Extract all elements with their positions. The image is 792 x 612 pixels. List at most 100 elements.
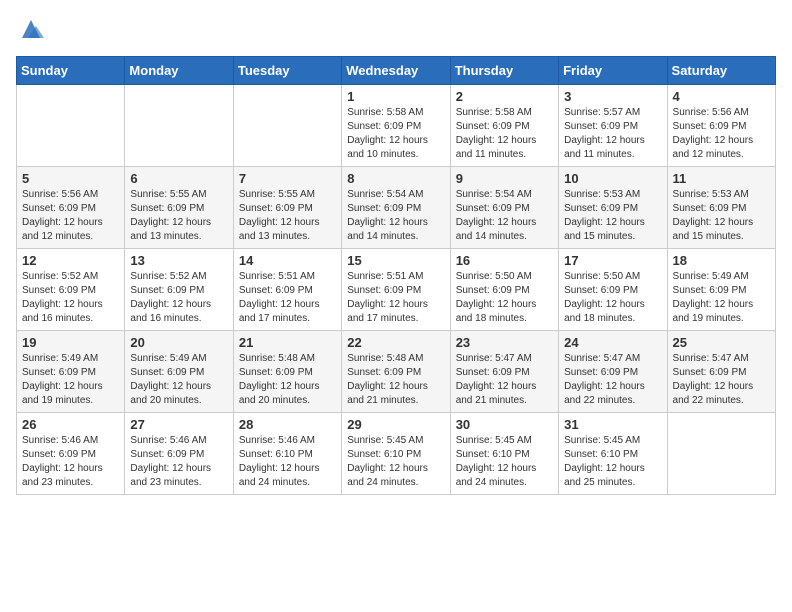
calendar-cell: 6 Sunrise: 5:55 AM Sunset: 6:09 PM Daylig… [125, 167, 233, 249]
calendar-cell: 30Sunrise: 5:45 AM Sunset: 6:10 PM Dayli… [450, 413, 558, 495]
day-info: Sunrise: 5:53 AM Sunset: 6:09 PM Dayligh… [673, 188, 770, 244]
day-info: Sunrise: 5:56 AM Sunset: 6:09 PM Dayligh… [22, 188, 119, 244]
day-info: Sunrise: 5:58 AM Sunset: 6:09 PM Dayligh… [456, 106, 553, 162]
calendar-week-4: 19 Sunrise: 5:49 AM Sunset: 6:09 PM Dayli… [17, 331, 776, 413]
day-info: Sunrise: 5:52 AM Sunset: 6:09 PM Dayligh… [22, 270, 119, 326]
day-number: 12 [22, 253, 119, 268]
calendar-cell: 27 Sunrise: 5:46 AM Sunset: 6:09 PM Dayli… [125, 413, 233, 495]
day-info: Sunrise: 5:47 AM Sunset: 6:09 PM Dayligh… [673, 352, 770, 408]
day-info: Sunrise: 5:45 AM Sunset: 6:10 PM Dayligh… [347, 434, 444, 490]
day-info: Sunrise: 5:48 AM Sunset: 6:09 PM Dayligh… [239, 352, 336, 408]
day-number: 1 [347, 89, 444, 104]
weekday-monday: Monday [125, 57, 233, 85]
day-info: Sunrise: 5:57 AM Sunset: 6:09 PM Dayligh… [564, 106, 661, 162]
calendar-cell: 24 Sunrise: 5:47 AM Sunset: 6:09 PM Dayli… [559, 331, 667, 413]
calendar-cell: 9Sunrise: 5:54 AM Sunset: 6:09 PM Daylig… [450, 167, 558, 249]
day-info: Sunrise: 5:46 AM Sunset: 6:10 PM Dayligh… [239, 434, 336, 490]
calendar-cell: 11 Sunrise: 5:53 AM Sunset: 6:09 PM Dayli… [667, 167, 775, 249]
calendar-cell: 5 Sunrise: 5:56 AM Sunset: 6:09 PM Daylig… [17, 167, 125, 249]
day-number: 28 [239, 417, 336, 432]
calendar-cell: 19Sunrise: 5:49 AM Sunset: 6:09 PM Dayli… [17, 331, 125, 413]
calendar-body: 1 Sunrise: 5:58 AM Sunset: 6:09 PM Daylig… [17, 85, 776, 495]
day-number: 15 [347, 253, 444, 268]
calendar-week-5: 26Sunrise: 5:46 AM Sunset: 6:09 PM Dayli… [17, 413, 776, 495]
day-info: Sunrise: 5:54 AM Sunset: 6:09 PM Dayligh… [456, 188, 553, 244]
calendar-cell [17, 85, 125, 167]
calendar-cell: 23Sunrise: 5:47 AM Sunset: 6:09 PM Dayli… [450, 331, 558, 413]
day-info: Sunrise: 5:46 AM Sunset: 6:09 PM Dayligh… [22, 434, 119, 490]
calendar-cell: 16Sunrise: 5:50 AM Sunset: 6:09 PM Dayli… [450, 249, 558, 331]
day-number: 10 [564, 171, 661, 186]
day-info: Sunrise: 5:47 AM Sunset: 6:09 PM Dayligh… [564, 352, 661, 408]
day-info: Sunrise: 5:48 AM Sunset: 6:09 PM Dayligh… [347, 352, 444, 408]
calendar-cell: 18Sunrise: 5:49 AM Sunset: 6:09 PM Dayli… [667, 249, 775, 331]
day-number: 3 [564, 89, 661, 104]
weekday-saturday: Saturday [667, 57, 775, 85]
calendar-cell: 14 Sunrise: 5:51 AM Sunset: 6:09 PM Dayli… [233, 249, 341, 331]
day-info: Sunrise: 5:53 AM Sunset: 6:09 PM Dayligh… [564, 188, 661, 244]
day-number: 17 [564, 253, 661, 268]
logo [16, 16, 44, 44]
day-number: 18 [673, 253, 770, 268]
day-info: Sunrise: 5:51 AM Sunset: 6:09 PM Dayligh… [347, 270, 444, 326]
day-info: Sunrise: 5:52 AM Sunset: 6:09 PM Dayligh… [130, 270, 227, 326]
calendar-cell: 22 Sunrise: 5:48 AM Sunset: 6:09 PM Dayli… [342, 331, 450, 413]
day-number: 19 [22, 335, 119, 350]
calendar-cell: 17Sunrise: 5:50 AM Sunset: 6:09 PM Dayli… [559, 249, 667, 331]
day-number: 7 [239, 171, 336, 186]
day-number: 20 [130, 335, 227, 350]
calendar-cell: 10 Sunrise: 5:53 AM Sunset: 6:09 PM Dayli… [559, 167, 667, 249]
logo-icon [18, 16, 44, 42]
calendar-cell [125, 85, 233, 167]
day-number: 23 [456, 335, 553, 350]
calendar-cell: 4 Sunrise: 5:56 AM Sunset: 6:09 PM Daylig… [667, 85, 775, 167]
day-info: Sunrise: 5:54 AM Sunset: 6:09 PM Dayligh… [347, 188, 444, 244]
day-number: 16 [456, 253, 553, 268]
day-info: Sunrise: 5:46 AM Sunset: 6:09 PM Dayligh… [130, 434, 227, 490]
calendar-cell: 12 Sunrise: 5:52 AM Sunset: 6:09 PM Dayli… [17, 249, 125, 331]
day-number: 27 [130, 417, 227, 432]
day-number: 31 [564, 417, 661, 432]
page-header [16, 16, 776, 44]
weekday-header-row: SundayMondayTuesdayWednesdayThursdayFrid… [17, 57, 776, 85]
calendar-cell: 15 Sunrise: 5:51 AM Sunset: 6:09 PM Dayli… [342, 249, 450, 331]
day-number: 22 [347, 335, 444, 350]
day-info: Sunrise: 5:51 AM Sunset: 6:09 PM Dayligh… [239, 270, 336, 326]
weekday-wednesday: Wednesday [342, 57, 450, 85]
calendar-week-1: 1 Sunrise: 5:58 AM Sunset: 6:09 PM Daylig… [17, 85, 776, 167]
calendar-cell [667, 413, 775, 495]
calendar-cell: 2Sunrise: 5:58 AM Sunset: 6:09 PM Daylig… [450, 85, 558, 167]
calendar-cell: 3 Sunrise: 5:57 AM Sunset: 6:09 PM Daylig… [559, 85, 667, 167]
weekday-thursday: Thursday [450, 57, 558, 85]
day-info: Sunrise: 5:55 AM Sunset: 6:09 PM Dayligh… [239, 188, 336, 244]
calendar-week-3: 12 Sunrise: 5:52 AM Sunset: 6:09 PM Dayli… [17, 249, 776, 331]
calendar-cell: 20 Sunrise: 5:49 AM Sunset: 6:09 PM Dayli… [125, 331, 233, 413]
day-info: Sunrise: 5:55 AM Sunset: 6:09 PM Dayligh… [130, 188, 227, 244]
calendar-cell [233, 85, 341, 167]
day-info: Sunrise: 5:56 AM Sunset: 6:09 PM Dayligh… [673, 106, 770, 162]
calendar-cell: 31 Sunrise: 5:45 AM Sunset: 6:10 PM Dayli… [559, 413, 667, 495]
calendar-cell: 7 Sunrise: 5:55 AM Sunset: 6:09 PM Daylig… [233, 167, 341, 249]
calendar-cell: 25 Sunrise: 5:47 AM Sunset: 6:09 PM Dayli… [667, 331, 775, 413]
weekday-sunday: Sunday [17, 57, 125, 85]
day-number: 13 [130, 253, 227, 268]
day-info: Sunrise: 5:45 AM Sunset: 6:10 PM Dayligh… [564, 434, 661, 490]
day-info: Sunrise: 5:49 AM Sunset: 6:09 PM Dayligh… [130, 352, 227, 408]
day-number: 21 [239, 335, 336, 350]
calendar-cell: 8 Sunrise: 5:54 AM Sunset: 6:09 PM Daylig… [342, 167, 450, 249]
day-number: 4 [673, 89, 770, 104]
calendar-cell: 29 Sunrise: 5:45 AM Sunset: 6:10 PM Dayli… [342, 413, 450, 495]
day-number: 25 [673, 335, 770, 350]
calendar-table: SundayMondayTuesdayWednesdayThursdayFrid… [16, 56, 776, 495]
calendar-week-2: 5 Sunrise: 5:56 AM Sunset: 6:09 PM Daylig… [17, 167, 776, 249]
day-number: 29 [347, 417, 444, 432]
day-number: 5 [22, 171, 119, 186]
calendar-cell: 21 Sunrise: 5:48 AM Sunset: 6:09 PM Dayli… [233, 331, 341, 413]
calendar-cell: 28 Sunrise: 5:46 AM Sunset: 6:10 PM Dayli… [233, 413, 341, 495]
day-number: 14 [239, 253, 336, 268]
day-number: 30 [456, 417, 553, 432]
day-number: 6 [130, 171, 227, 186]
day-number: 11 [673, 171, 770, 186]
day-number: 24 [564, 335, 661, 350]
day-number: 8 [347, 171, 444, 186]
